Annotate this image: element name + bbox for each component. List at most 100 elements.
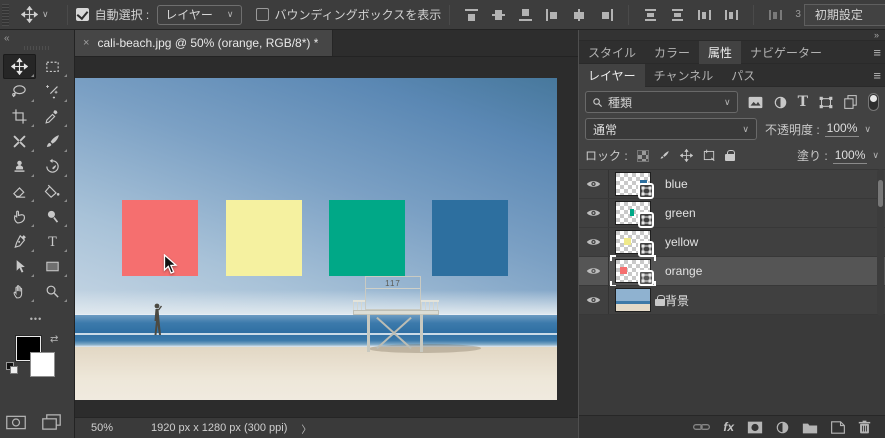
tab-paths[interactable]: パス xyxy=(722,64,764,86)
filter-toggle-icon[interactable] xyxy=(868,93,879,111)
square-blue[interactable] xyxy=(432,200,508,276)
document-tab[interactable]: × cali-beach.jpg @ 50% (orange, RGB/8*) … xyxy=(75,30,334,56)
tab-channels[interactable]: チャンネル xyxy=(645,64,723,86)
visibility-eye-icon[interactable] xyxy=(586,266,601,276)
distribute-left-icon[interactable] xyxy=(697,8,712,22)
filter-shape-layers-icon[interactable] xyxy=(819,96,833,109)
quick-mask-icon[interactable] xyxy=(6,415,26,430)
filter-smart-objects-icon[interactable] xyxy=(844,95,857,109)
layer-style-fx-icon[interactable]: fx xyxy=(723,421,734,433)
layer-row-background[interactable]: 背景 xyxy=(579,286,885,315)
scrollbar-thumb[interactable] xyxy=(878,180,883,207)
visibility-eye-icon[interactable] xyxy=(586,179,601,189)
hand-tool[interactable] xyxy=(3,279,36,304)
layers-scrollbar[interactable] xyxy=(877,169,884,316)
align-bottom-icon[interactable] xyxy=(518,8,533,22)
options-grip[interactable] xyxy=(2,3,9,26)
healing-brush-tool[interactable] xyxy=(3,129,36,154)
filter-pixel-layers-icon[interactable] xyxy=(748,96,763,109)
distribute-spacing-icon[interactable] xyxy=(768,8,783,22)
layer-name[interactable]: blue xyxy=(665,177,688,191)
bbox-checkbox[interactable] xyxy=(255,8,269,21)
layer-row-orange-selected[interactable]: orange xyxy=(579,255,885,287)
lock-position-icon[interactable] xyxy=(679,149,693,162)
layer-row-yellow[interactable]: yellow xyxy=(579,228,885,257)
layer-name[interactable]: orange xyxy=(665,264,702,278)
eraser-tool[interactable] xyxy=(3,179,36,204)
panel-collapse-icon[interactable]: » xyxy=(874,30,879,40)
square-orange[interactable] xyxy=(122,200,198,276)
current-tool-indicator[interactable]: ∨ xyxy=(9,6,59,23)
visibility-eye-icon[interactable] xyxy=(586,208,601,218)
lock-artboard-icon[interactable] xyxy=(702,149,716,162)
pen-tool[interactable] xyxy=(3,229,36,254)
move-tool[interactable] xyxy=(3,54,36,79)
workspace-switcher[interactable]: 初期設定 xyxy=(803,3,885,26)
fill-value[interactable]: 100% xyxy=(832,148,868,164)
tab-styles[interactable]: スタイル xyxy=(579,41,645,63)
screen-mode-icon[interactable] xyxy=(42,414,61,430)
distribute-hcenter-icon[interactable] xyxy=(724,8,739,22)
shape-tool[interactable] xyxy=(36,254,69,279)
background-lock-icon[interactable] xyxy=(655,294,666,306)
square-yellow[interactable] xyxy=(226,200,302,276)
brush-tool[interactable] xyxy=(36,129,69,154)
panel-menu-icon[interactable]: ≡ xyxy=(873,64,881,86)
panel-menu-icon[interactable]: ≡ xyxy=(873,41,881,63)
visibility-eye-icon[interactable] xyxy=(586,295,601,305)
align-vcenter-icon[interactable] xyxy=(491,8,506,22)
default-colors-icon[interactable] xyxy=(6,362,19,374)
path-select-tool[interactable] xyxy=(3,254,36,279)
filter-adjustment-layers-icon[interactable] xyxy=(774,96,787,109)
crop-tool[interactable] xyxy=(3,104,36,129)
edit-toolbar-button[interactable]: ••• xyxy=(3,312,69,326)
layer-filter-dropdown[interactable]: 種類 ∨ xyxy=(585,91,738,113)
canvas-image[interactable]: 117 xyxy=(75,78,557,400)
toolbox-collapse-icon[interactable]: « xyxy=(4,33,10,44)
background-color-swatch[interactable] xyxy=(30,352,55,377)
delete-layer-trash-icon[interactable] xyxy=(858,420,871,434)
history-brush-tool[interactable] xyxy=(36,154,69,179)
close-tab-icon[interactable]: × xyxy=(83,37,89,49)
new-adjustment-layer-icon[interactable] xyxy=(776,421,789,434)
lasso-tool[interactable] xyxy=(3,79,36,104)
square-green[interactable] xyxy=(329,200,405,276)
layer-name[interactable]: yellow xyxy=(665,235,698,249)
auto-select-target-dropdown[interactable]: レイヤー ∨ xyxy=(157,4,242,25)
opacity-value[interactable]: 100% xyxy=(824,121,860,137)
align-top-icon[interactable] xyxy=(464,8,479,22)
type-tool[interactable]: T xyxy=(36,229,69,254)
zoom-level[interactable]: 50% xyxy=(91,422,143,434)
blend-mode-dropdown[interactable]: 通常 ∨ xyxy=(585,118,757,140)
new-group-folder-icon[interactable] xyxy=(802,421,818,434)
lock-transparency-icon[interactable] xyxy=(636,149,649,162)
lock-pixels-icon[interactable] xyxy=(658,149,671,162)
lock-all-icon[interactable] xyxy=(724,150,735,161)
magic-wand-tool[interactable] xyxy=(36,79,69,104)
visibility-eye-icon[interactable] xyxy=(586,237,601,247)
opacity-control[interactable]: 不透明度 : 100% ∨ xyxy=(765,121,871,138)
link-layers-icon[interactable] xyxy=(693,422,711,432)
layer-name[interactable]: green xyxy=(665,206,696,220)
align-hcenter-icon[interactable] xyxy=(572,8,587,22)
dodge-tool[interactable] xyxy=(36,204,69,229)
tab-properties[interactable]: 属性 xyxy=(699,41,742,64)
status-popup-chevron[interactable]: 〉 xyxy=(301,421,311,436)
fill-control[interactable]: 塗り : 100% ∨ xyxy=(797,147,879,164)
swap-colors-icon[interactable]: ⇄ xyxy=(50,334,58,345)
tab-layers[interactable]: レイヤー xyxy=(579,64,645,87)
smudge-tool[interactable] xyxy=(3,204,36,229)
eyedropper-tool[interactable] xyxy=(36,104,69,129)
add-layer-mask-icon[interactable] xyxy=(747,421,763,434)
toolbox-grip[interactable] xyxy=(0,44,74,52)
align-right-icon[interactable] xyxy=(599,8,614,22)
auto-select-checkbox[interactable] xyxy=(75,8,89,21)
clone-stamp-tool[interactable] xyxy=(3,154,36,179)
marquee-tool[interactable] xyxy=(36,54,69,79)
distribute-top-icon[interactable] xyxy=(643,8,658,22)
layer-row-blue[interactable]: blue xyxy=(579,170,885,199)
zoom-tool[interactable] xyxy=(36,279,69,304)
align-left-icon[interactable] xyxy=(545,8,560,22)
layer-row-green[interactable]: green xyxy=(579,199,885,228)
filter-type-layers-icon[interactable]: T xyxy=(798,94,808,110)
